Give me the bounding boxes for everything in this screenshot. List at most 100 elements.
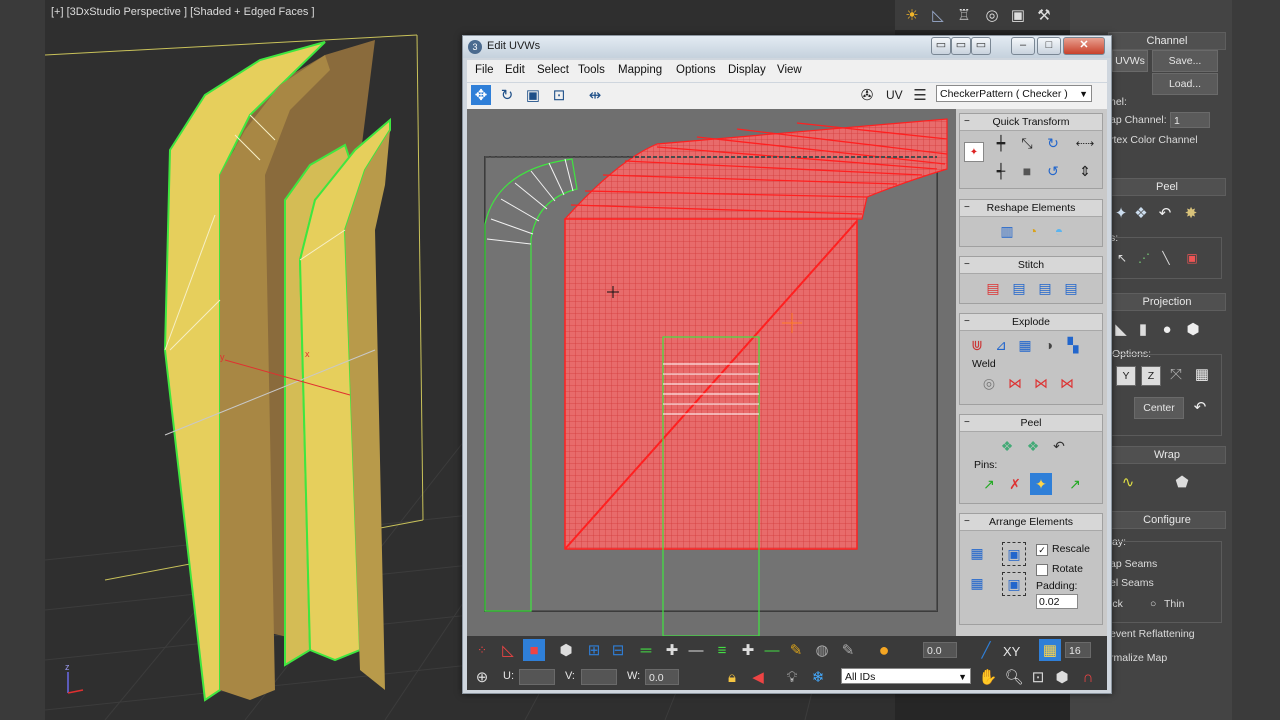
stitch-to-source-icon[interactable]: ▤ bbox=[1034, 277, 1056, 299]
reset-projection-icon[interactable]: ↶ bbox=[1189, 396, 1211, 418]
mirror-icon[interactable]: ⇹ bbox=[585, 85, 605, 105]
pack-recenter-icon[interactable]: ▣ bbox=[1002, 572, 1026, 596]
material-id-select[interactable]: All IDs ▼ bbox=[841, 668, 971, 684]
space-vertical-icon[interactable]: ⇕ bbox=[1074, 160, 1096, 182]
thin-option[interactable]: Thin bbox=[1164, 598, 1184, 610]
checker-pattern-select[interactable]: CheckerPattern ( Checker ) ▼ bbox=[936, 85, 1092, 102]
paint-select-icon[interactable]: ✎ bbox=[785, 639, 807, 661]
weld-all-icon[interactable]: ⋈ bbox=[1030, 372, 1052, 394]
weld-threshold-icon[interactable]: ⋈ bbox=[1056, 372, 1078, 394]
window-tool-icon-3[interactable]: ▭ bbox=[971, 37, 991, 55]
seam-expand-icon[interactable]: ▣ bbox=[1182, 248, 1202, 268]
align-vertical-icon[interactable]: ┿ bbox=[990, 132, 1012, 154]
detach-edge-verts-icon[interactable]: ⊿ bbox=[990, 334, 1012, 356]
scale-icon[interactable]: ▣ bbox=[523, 85, 543, 105]
pack-together-icon[interactable]: ▦ bbox=[966, 572, 988, 594]
flatten-by-smoothing-icon[interactable]: ▦ bbox=[1014, 334, 1036, 356]
hide-icon[interactable]: ◀ bbox=[747, 666, 769, 688]
edit-seams-icon[interactable]: ╲ bbox=[1156, 248, 1176, 268]
rotate-minus-90-icon[interactable]: ↺ bbox=[1042, 160, 1064, 182]
straighten-icon[interactable]: ■ bbox=[1016, 160, 1038, 182]
weld-selected-icon[interactable]: ⋈ bbox=[1004, 372, 1026, 394]
grid-size-spinner[interactable]: 16 bbox=[1065, 642, 1091, 658]
unfold-strip-icon[interactable]: ⬟ bbox=[1170, 470, 1194, 494]
stitch-custom-icon[interactable]: ▤ bbox=[1060, 277, 1082, 299]
save-button[interactable]: Save... bbox=[1152, 50, 1218, 72]
set-pivot-icon[interactable]: ✦ bbox=[964, 142, 984, 162]
rotate-checkbox[interactable] bbox=[1036, 564, 1048, 576]
stitch-to-target-icon[interactable]: ▤ bbox=[982, 277, 1004, 299]
stitch-average-icon[interactable]: ▤ bbox=[1008, 277, 1030, 299]
weld-target-icon[interactable]: ◎ bbox=[978, 372, 1000, 394]
rotate-icon[interactable]: ↻ bbox=[497, 85, 517, 105]
relax-icon[interactable]: ◔ bbox=[1022, 220, 1044, 242]
menu-mapping[interactable]: Mapping bbox=[618, 64, 662, 76]
window-titlebar[interactable]: 3 Edit UVWs ▭ ▭ ▭ – □ ✕ bbox=[463, 36, 1111, 58]
auto-pin-icon[interactable]: ✦ bbox=[1030, 473, 1052, 495]
peel-mode-icon-2[interactable]: ❖ bbox=[1022, 435, 1044, 457]
fit-icon[interactable]: ▦ bbox=[1192, 364, 1212, 384]
cylindrical-map-icon[interactable]: ▮ bbox=[1132, 318, 1154, 340]
grow-ring-icon[interactable]: ✚ bbox=[661, 639, 683, 661]
reshape-elements-header[interactable]: − Reshape Elements bbox=[960, 200, 1102, 217]
u-spinner[interactable] bbox=[519, 669, 555, 685]
align-z-button[interactable]: Z bbox=[1141, 366, 1161, 386]
paint-shrink-icon[interactable]: ✎ bbox=[837, 639, 859, 661]
spherical-map-icon[interactable]: ● bbox=[1156, 318, 1178, 340]
falloff-space-xy[interactable]: XY bbox=[1003, 644, 1020, 659]
move-icon[interactable]: ✥ bbox=[471, 85, 491, 105]
rollout-configure[interactable]: Configure bbox=[1108, 511, 1226, 529]
menu-tools[interactable]: Tools bbox=[578, 64, 605, 76]
face-subobject-icon[interactable]: ■ bbox=[523, 639, 545, 661]
menu-file[interactable]: File bbox=[475, 64, 494, 76]
rescale-checkbox[interactable]: ✓ bbox=[1036, 544, 1048, 556]
utilities-icon[interactable]: ⚒ bbox=[1033, 4, 1055, 26]
load-button[interactable]: Load... bbox=[1152, 73, 1218, 95]
break-icon[interactable]: ⋓ bbox=[966, 334, 988, 356]
v-spinner[interactable] bbox=[581, 669, 617, 685]
soft-selection-icon[interactable]: ● bbox=[873, 639, 895, 661]
checker-icon[interactable]: ✇ bbox=[857, 85, 877, 105]
window-tool-icon-2[interactable]: ▭ bbox=[951, 37, 971, 55]
w-spinner[interactable]: 0.0 bbox=[645, 669, 679, 685]
menu-options[interactable]: Options bbox=[676, 64, 716, 76]
shrink-selection-icon[interactable]: ⊟ bbox=[607, 639, 629, 661]
zoom-icon[interactable]: 🔍︎ bbox=[1003, 666, 1025, 688]
vertex-color-channel-option[interactable]: rtex Color Channel bbox=[1110, 134, 1198, 146]
rollout-projection[interactable]: Projection bbox=[1108, 293, 1226, 311]
grow-loop-icon[interactable]: ✚ bbox=[737, 639, 759, 661]
rotate-plus-90-icon[interactable]: ↻ bbox=[1042, 132, 1064, 154]
thin-radio-dot[interactable]: ○ bbox=[1150, 598, 1156, 610]
reset-peel-icon-2[interactable]: ↶ bbox=[1048, 435, 1070, 457]
map-channel-spinner[interactable]: 1 bbox=[1170, 112, 1210, 128]
snap-magnet-icon[interactable]: ∩ bbox=[1077, 666, 1099, 688]
center-button[interactable]: Center bbox=[1134, 397, 1184, 419]
stitch-header[interactable]: − Stitch bbox=[960, 257, 1102, 274]
viewport-label[interactable]: [+] [3DxStudio Perspective ] [Shaded + E… bbox=[51, 6, 315, 18]
rollout-peel[interactable]: Peel bbox=[1108, 178, 1226, 196]
unpin-selected-icon[interactable]: ✗ bbox=[1004, 473, 1026, 495]
shrink-ring-icon[interactable]: — bbox=[685, 639, 707, 661]
minimize-icon[interactable]: – bbox=[1011, 37, 1035, 55]
zoom-extents-icon[interactable]: ⬢ bbox=[1051, 666, 1073, 688]
uv-label[interactable]: UV bbox=[886, 88, 903, 102]
quick-peel-icon[interactable]: ❖ bbox=[996, 435, 1018, 457]
menu-edit[interactable]: Edit bbox=[505, 64, 525, 76]
menu-display[interactable]: Display bbox=[728, 64, 766, 76]
soft-selection-falloff[interactable]: 0.0 bbox=[923, 642, 957, 658]
align-horizontal-icon[interactable]: ⤡ bbox=[1016, 132, 1038, 154]
select-pinned-icon[interactable]: ↗ bbox=[1064, 473, 1086, 495]
map-list-icon[interactable]: ☰ bbox=[910, 85, 930, 105]
absolute-offset-icon[interactable]: ⊕ bbox=[471, 666, 493, 688]
edge-loop-icon[interactable]: ≡ bbox=[711, 639, 733, 661]
rollout-wrap[interactable]: Wrap bbox=[1108, 446, 1226, 464]
lock-icon[interactable]: 🔒︎ bbox=[721, 666, 743, 688]
peel-header[interactable]: − Peel bbox=[960, 415, 1102, 432]
reset-peel-icon[interactable]: ↶ bbox=[1154, 202, 1176, 224]
unhide-icon[interactable]: 💡︎ bbox=[781, 666, 803, 688]
spline-map-icon[interactable]: ∿ bbox=[1116, 470, 1140, 494]
pelt-icon[interactable]: ✸ bbox=[1180, 202, 1202, 224]
flatten-custom-icon[interactable]: ▚ bbox=[1062, 334, 1084, 356]
falloff-linear-icon[interactable]: ╱ bbox=[975, 639, 997, 661]
best-align-icon[interactable]: ⤧ bbox=[1166, 364, 1186, 384]
